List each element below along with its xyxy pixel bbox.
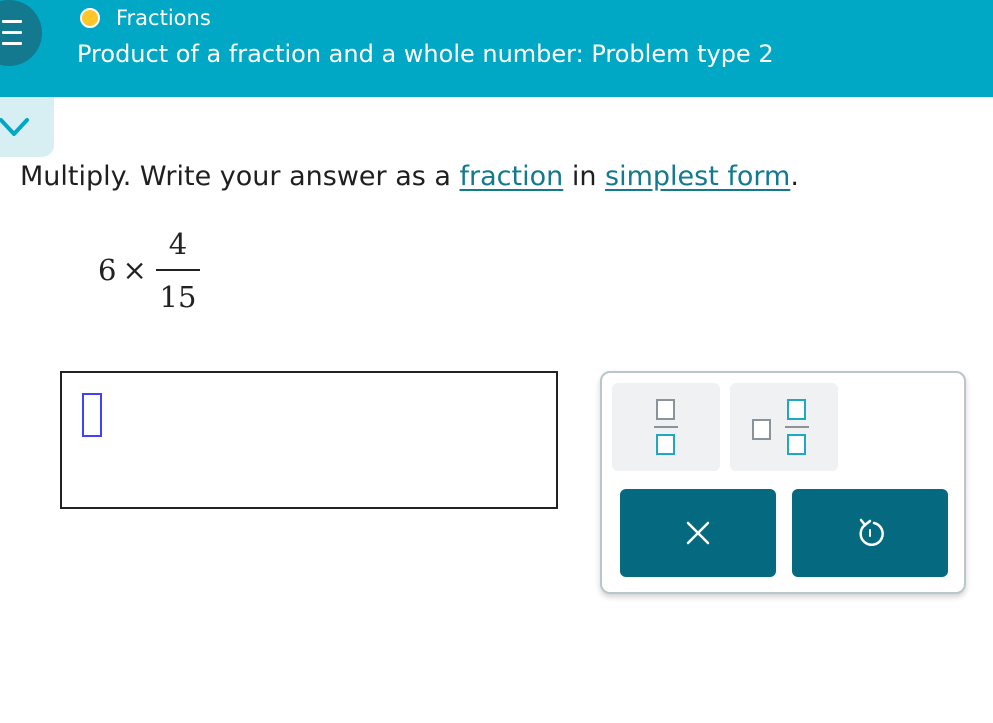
mixed-number-template-button[interactable]	[730, 383, 838, 471]
chevron-down-icon	[0, 118, 29, 136]
simplest-form-link[interactable]: simplest form	[605, 161, 790, 192]
fraction-template-icon	[654, 399, 678, 455]
menu-button[interactable]	[0, 0, 42, 66]
fraction-link[interactable]: fraction	[460, 161, 564, 192]
answer-input[interactable]	[60, 371, 558, 509]
topic-status-dot	[80, 8, 100, 28]
times-operator: ×	[122, 253, 147, 287]
answer-cursor	[82, 393, 102, 437]
instruction-text: Multiply. Write your answer as a fractio…	[20, 161, 799, 192]
fraction-bar	[156, 269, 200, 271]
undo-icon	[859, 518, 884, 546]
fraction-template-button[interactable]	[612, 383, 720, 471]
mixed-number-template-icon	[752, 399, 809, 455]
header-bar: Fractions Product of a fraction and a wh…	[0, 0, 993, 97]
math-keypad	[600, 371, 966, 594]
fraction-numerator: 4	[168, 227, 188, 261]
clear-x-icon	[686, 521, 710, 545]
clear-button[interactable]	[620, 489, 776, 577]
collapse-toggle[interactable]	[0, 97, 54, 157]
topic-name: Fractions	[116, 6, 211, 30]
fraction-denominator: 15	[159, 280, 197, 314]
page-title: Product of a fraction and a whole number…	[77, 40, 774, 68]
hamburger-menu-icon	[2, 20, 22, 23]
undo-button[interactable]	[792, 489, 948, 577]
expression-whole-number: 6 ×	[98, 253, 147, 287]
